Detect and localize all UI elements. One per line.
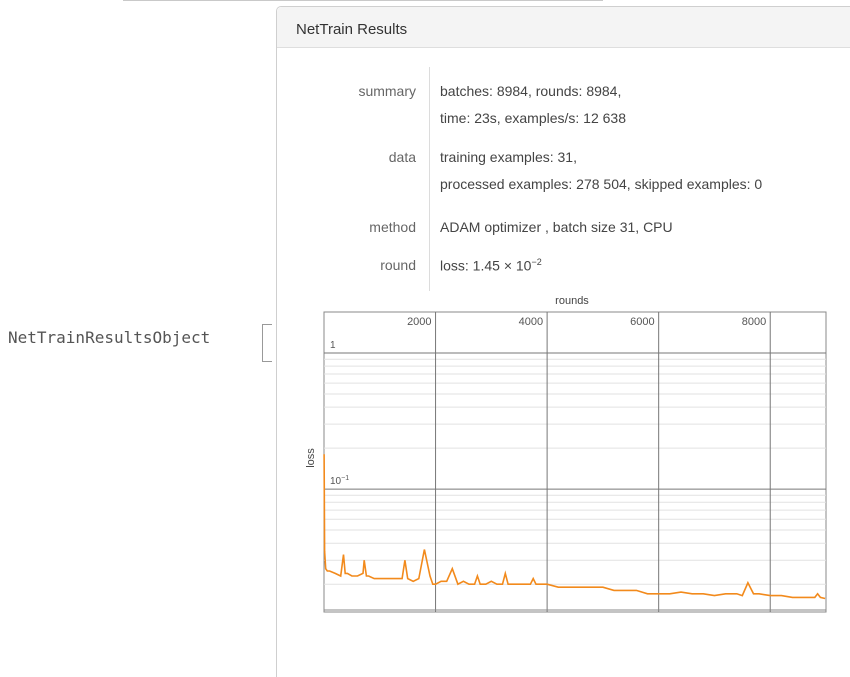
method-key: method: [369, 219, 416, 235]
output-expression-label: NetTrainResultsObject: [8, 328, 211, 347]
property-divider: [429, 67, 430, 291]
x-axis-label: rounds: [555, 295, 589, 307]
plot-frame: [323, 311, 827, 613]
data-key: data: [388, 149, 416, 165]
x-tick-label: 2000: [407, 316, 431, 328]
loss-exponent: −2: [531, 257, 542, 267]
panel-header[interactable]: NetTrain Results: [277, 7, 850, 48]
x-tick-label: 8000: [742, 316, 766, 328]
data-line-1: training examples: 31,: [440, 149, 577, 165]
loss-chart: 110−12000 4000 6000 8000roundsloss: [305, 295, 827, 613]
loss-mantissa: loss: 1.45 × 10: [440, 257, 532, 274]
method-value: ADAM optimizer , batch size 31, CPU: [440, 219, 673, 235]
y-tick-label: 1: [330, 340, 336, 351]
x-tick-label: 6000: [630, 316, 654, 328]
y-axis-label: loss: [305, 448, 317, 468]
open-bracket: [262, 324, 272, 362]
data-line-2: processed examples: 278 504, skipped exa…: [440, 176, 763, 192]
summary-line-1: batches: 8984, rounds: 8984,: [440, 83, 622, 99]
summary-key: summary: [358, 83, 416, 99]
previous-cell-divider: [123, 0, 603, 1]
round-loss-value: loss: 1.45 × 10−2: [440, 257, 542, 274]
y-tick-exponent: −1: [341, 475, 349, 482]
panel-title: NetTrain Results: [296, 21, 408, 38]
x-tick-label: 4000: [519, 316, 543, 328]
summary-line-2: time: 23s, examples/s: 12 638: [440, 110, 626, 126]
round-key: round: [380, 257, 416, 273]
